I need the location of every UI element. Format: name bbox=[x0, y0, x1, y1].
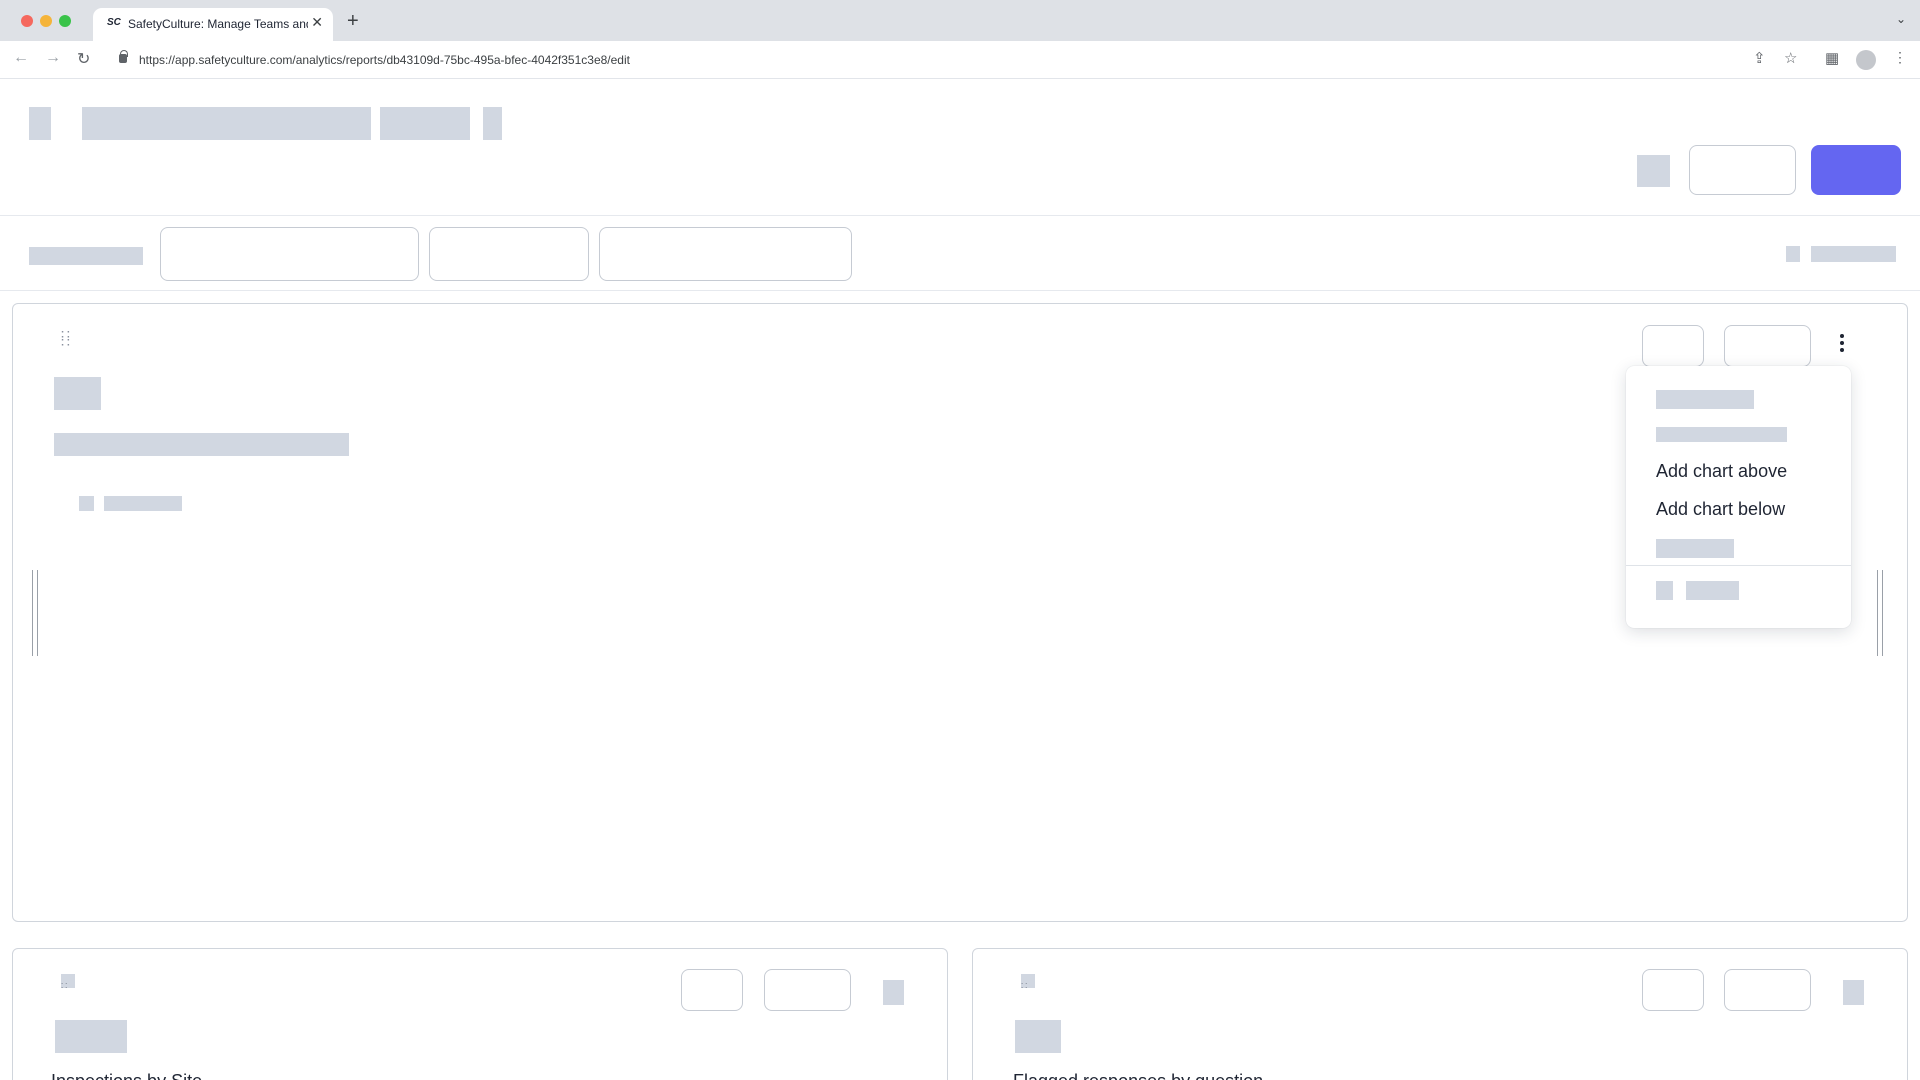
chart-card-left bbox=[12, 948, 948, 1080]
browser-menu-icon[interactable]: ⋮ bbox=[1893, 49, 1907, 66]
menu-item-skeleton[interactable] bbox=[1656, 427, 1787, 442]
url-text[interactable]: https://app.safetyculture.com/analytics/… bbox=[139, 53, 630, 67]
chart-right-edge-line bbox=[1877, 570, 1878, 656]
legend-swatch-skeleton bbox=[79, 496, 94, 511]
menu-item-skeleton[interactable] bbox=[1656, 539, 1734, 558]
safetyculture-favicon-icon: SC bbox=[107, 17, 121, 28]
drag-handle-icon[interactable]: ∷ bbox=[1021, 982, 1027, 992]
edit-title-skeleton[interactable] bbox=[483, 107, 502, 140]
chart-left-edge-line bbox=[32, 570, 33, 656]
drag-handle-icon[interactable]: ∷ ∷ bbox=[61, 327, 70, 349]
chart-more-options-skeleton[interactable] bbox=[1843, 980, 1864, 1005]
close-tab-icon[interactable]: ✕ bbox=[311, 14, 323, 31]
chart-type-skeleton bbox=[55, 1020, 127, 1053]
chart-right-edge-line bbox=[1882, 570, 1883, 656]
filter-dropdown-2[interactable] bbox=[429, 227, 589, 281]
legend-label-skeleton bbox=[104, 496, 182, 511]
chart-action-button-1[interactable] bbox=[1642, 325, 1704, 367]
back-button-skeleton[interactable] bbox=[29, 107, 51, 140]
chart-card-main bbox=[12, 303, 1908, 922]
header-icon-button-skeleton[interactable] bbox=[1637, 155, 1670, 187]
address-bar[interactable]: https://app.safetyculture.com/analytics/… bbox=[109, 47, 1781, 73]
filter-dropdown-3[interactable] bbox=[599, 227, 852, 281]
chart-left-edge-line bbox=[37, 570, 38, 656]
maximize-window-button[interactable] bbox=[59, 15, 71, 27]
filter-options-label-skeleton[interactable] bbox=[1811, 246, 1896, 262]
chart-card-right bbox=[972, 948, 1908, 1080]
browser-tab-bar: SC SafetyCulture: Manage Teams and ... ✕… bbox=[0, 0, 1920, 41]
chart-more-options-icon[interactable] bbox=[1839, 334, 1845, 354]
primary-button[interactable] bbox=[1811, 145, 1901, 195]
delete-icon-skeleton[interactable] bbox=[1656, 581, 1673, 600]
lock-icon[interactable] bbox=[119, 50, 128, 63]
share-icon[interactable]: ⇪ bbox=[1753, 49, 1766, 67]
tab-search-chevron-icon[interactable]: ⌄ bbox=[1896, 12, 1906, 26]
menu-divider bbox=[1626, 565, 1851, 566]
chart-more-options-skeleton[interactable] bbox=[883, 980, 904, 1005]
back-icon[interactable]: ← bbox=[13, 49, 29, 67]
add-chart-below-item[interactable]: Add chart below bbox=[1656, 499, 1785, 520]
browser-toolbar: ← → ↻ https://app.safetyculture.com/anal… bbox=[0, 41, 1920, 79]
chart-action-button-2[interactable] bbox=[1724, 969, 1811, 1011]
close-window-button[interactable] bbox=[21, 15, 33, 27]
report-title-skeleton bbox=[82, 107, 371, 140]
forward-icon[interactable]: → bbox=[45, 49, 61, 67]
chart-title: Flagged responses by question bbox=[1013, 1071, 1263, 1080]
tab-title: SafetyCulture: Manage Teams and ... bbox=[128, 17, 308, 31]
menu-item-skeleton[interactable] bbox=[1656, 390, 1754, 409]
reload-icon[interactable]: ↻ bbox=[77, 49, 90, 69]
report-header bbox=[0, 80, 1920, 216]
chart-options-menu: Add chart above Add chart below bbox=[1626, 366, 1851, 628]
report-subtitle-skeleton bbox=[380, 107, 470, 140]
minimize-window-button[interactable] bbox=[40, 15, 52, 27]
delete-label-skeleton[interactable] bbox=[1686, 581, 1739, 600]
chart-action-button-1[interactable] bbox=[681, 969, 743, 1011]
secondary-button[interactable] bbox=[1689, 145, 1796, 195]
chart-type-skeleton bbox=[1015, 1020, 1061, 1053]
drag-handle-icon[interactable]: ∷ bbox=[61, 982, 67, 992]
chart-action-button-2[interactable] bbox=[1724, 325, 1811, 367]
new-tab-icon[interactable]: + bbox=[347, 10, 359, 33]
filter-label-skeleton bbox=[29, 247, 143, 265]
star-icon[interactable]: ☆ bbox=[1784, 49, 1797, 67]
profile-icon[interactable] bbox=[1856, 50, 1876, 70]
chart-action-button-2[interactable] bbox=[764, 969, 851, 1011]
browser-tab-active[interactable]: SC SafetyCulture: Manage Teams and ... ✕ bbox=[93, 8, 333, 41]
add-chart-above-item[interactable]: Add chart above bbox=[1656, 461, 1787, 482]
filter-options-icon-skeleton[interactable] bbox=[1786, 246, 1800, 262]
chart-title-skeleton bbox=[54, 433, 349, 456]
extensions-icon[interactable]: ▦ bbox=[1825, 49, 1839, 67]
chart-title: Inspections by Site bbox=[51, 1071, 202, 1080]
chart-action-button-1[interactable] bbox=[1642, 969, 1704, 1011]
chart-type-skeleton bbox=[54, 377, 101, 410]
filter-dropdown-1[interactable] bbox=[160, 227, 419, 281]
